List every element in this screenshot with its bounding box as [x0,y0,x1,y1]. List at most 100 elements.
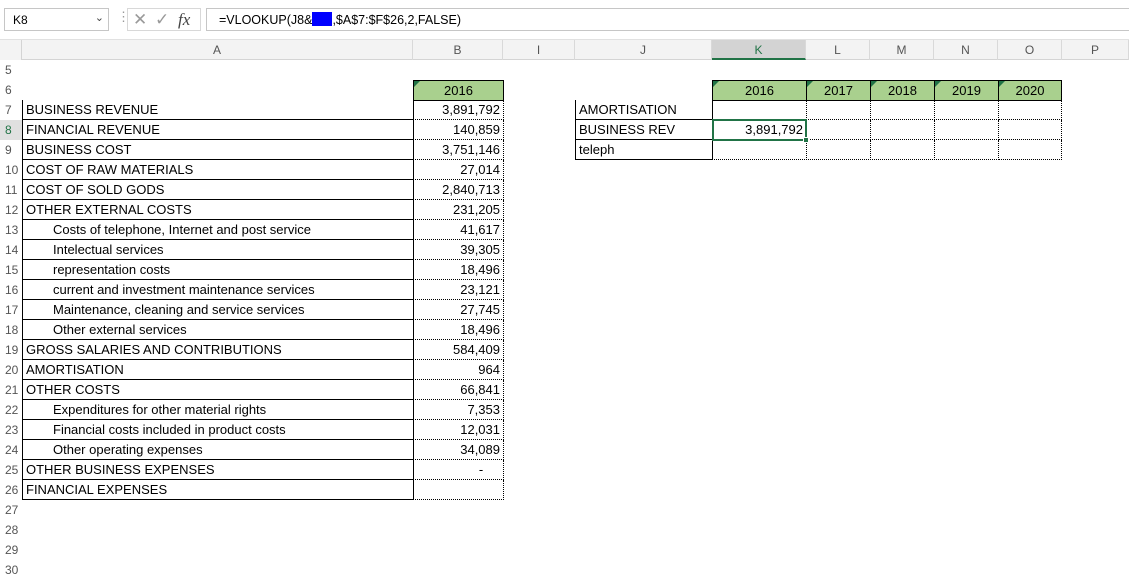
table-row-label[interactable]: Other external services [22,320,414,340]
row-header[interactable]: 25 [0,460,22,480]
lookup-row-label[interactable]: AMORTISATION [575,100,713,120]
row-header[interactable]: 5 [0,60,22,80]
row-header[interactable]: 10 [0,160,22,180]
fill-handle[interactable] [803,137,809,143]
row-header[interactable]: 11 [0,180,22,200]
table-row-label[interactable]: Expenditures for other material rights [22,400,414,420]
table-row-value[interactable]: 231,205 [413,200,504,220]
lookup-value-cell[interactable] [712,100,807,120]
table-row-label[interactable]: COST OF SOLD GODS [22,180,414,200]
table-row-value[interactable]: 18,496 [413,320,504,340]
lookup-value-cell[interactable] [998,140,1062,160]
table-row-label[interactable]: Maintenance, cleaning and service servic… [22,300,414,320]
row-header[interactable]: 20 [0,360,22,380]
table-row-label[interactable]: current and investment maintenance servi… [22,280,414,300]
row-header[interactable]: 16 [0,280,22,300]
row-header[interactable]: 12 [0,200,22,220]
year-header-2016[interactable]: 2016 [712,80,807,101]
year-header-2018[interactable]: 2018 [870,80,935,101]
table-row-value[interactable]: 34,089 [413,440,504,460]
row-header[interactable]: 26 [0,480,22,500]
lookup-value-cell[interactable] [934,100,999,120]
column-header-p[interactable]: P [1062,40,1129,60]
year-header-2020[interactable]: 2020 [998,80,1062,101]
row-header[interactable]: 29 [0,540,22,560]
table-row-value[interactable]: 964 [413,360,504,380]
table-row-label[interactable]: FINANCIAL EXPENSES [22,480,414,500]
table-left-header[interactable]: 2016 [413,80,504,101]
row-header[interactable]: 30 [0,560,22,580]
table-row-value[interactable]: 140,859 [413,120,504,140]
chevron-down-icon[interactable]: ⌄ [95,11,104,24]
row-header[interactable]: 6 [0,80,22,100]
row-header[interactable]: 17 [0,300,22,320]
table-row-label[interactable]: OTHER BUSINESS EXPENSES [22,460,414,480]
lookup-value-cell[interactable] [870,120,935,140]
row-header[interactable]: 23 [0,420,22,440]
column-header-b[interactable]: B [413,40,503,60]
cancel-icon[interactable]: ✕ [133,10,147,30]
table-row-value[interactable]: - [413,460,504,480]
row-header-selected[interactable]: 8 [0,120,22,140]
lookup-value-cell[interactable] [998,120,1062,140]
column-header-k[interactable]: K [712,40,806,60]
table-row-value[interactable] [413,480,504,500]
row-header[interactable]: 21 [0,380,22,400]
lookup-value-cell[interactable] [870,100,935,120]
formula-input[interactable]: =VLOOKUP(J8& ,$A$7:$F$26,2,FALSE) [206,8,1129,31]
row-header[interactable]: 18 [0,320,22,340]
column-header-n[interactable]: N [934,40,998,60]
row-header[interactable]: 9 [0,140,22,160]
row-header[interactable]: 22 [0,400,22,420]
row-header[interactable]: 28 [0,520,22,540]
row-header[interactable]: 24 [0,440,22,460]
table-row-label[interactable]: GROSS SALARIES AND CONTRIBUTIONS [22,340,414,360]
table-row-value[interactable]: 584,409 [413,340,504,360]
year-header-2017[interactable]: 2017 [806,80,871,101]
table-row-label[interactable]: representation costs [22,260,414,280]
table-row-value[interactable]: 23,121 [413,280,504,300]
insert-function-icon[interactable]: fx [178,10,190,30]
column-header-j[interactable]: J [575,40,712,60]
table-row-label[interactable]: OTHER COSTS [22,380,414,400]
year-header-2019[interactable]: 2019 [934,80,999,101]
row-header[interactable]: 7 [0,100,22,120]
table-row-label[interactable]: BUSINESS REVENUE [22,100,414,120]
table-row-label[interactable]: COST OF RAW MATERIALS [22,160,414,180]
table-row-label[interactable]: Intelectual services [22,240,414,260]
table-row-value[interactable]: 7,353 [413,400,504,420]
lookup-value-cell[interactable] [806,120,871,140]
column-header-m[interactable]: M [870,40,934,60]
table-row-label[interactable]: Financial costs included in product cost… [22,420,414,440]
column-header-l[interactable]: L [806,40,870,60]
row-header[interactable]: 13 [0,220,22,240]
column-header-o[interactable]: O [998,40,1062,60]
table-row-value[interactable]: 27,745 [413,300,504,320]
column-header-i[interactable]: I [503,40,575,60]
table-row-label[interactable]: Other operating expenses [22,440,414,460]
table-row-label[interactable]: Costs of telephone, Internet and post se… [22,220,414,240]
lookup-value-cell[interactable] [806,140,871,160]
lookup-row-label[interactable]: BUSINESS REV [575,120,713,140]
table-row-value[interactable]: 12,031 [413,420,504,440]
table-row-label[interactable]: AMORTISATION [22,360,414,380]
lookup-row-label[interactable]: teleph [575,140,713,160]
enter-icon[interactable]: ✓ [155,10,169,30]
table-row-value[interactable]: 39,305 [413,240,504,260]
table-row-value[interactable]: 18,496 [413,260,504,280]
name-box[interactable]: K8 ⌄ [4,8,109,31]
lookup-value-cell[interactable] [712,140,807,160]
lookup-value-cell[interactable] [870,140,935,160]
lookup-value-cell[interactable] [934,120,999,140]
table-row-value[interactable]: 3,891,792 [413,100,504,120]
select-all-corner[interactable] [0,40,22,60]
lookup-value-cell[interactable] [806,100,871,120]
row-header[interactable]: 15 [0,260,22,280]
table-row-label[interactable]: OTHER EXTERNAL COSTS [22,200,414,220]
row-header[interactable]: 27 [0,500,22,520]
row-header[interactable]: 14 [0,240,22,260]
table-row-value[interactable]: 2,840,713 [413,180,504,200]
table-row-label[interactable]: FINANCIAL REVENUE [22,120,414,140]
table-row-value[interactable]: 41,617 [413,220,504,240]
row-header[interactable]: 19 [0,340,22,360]
